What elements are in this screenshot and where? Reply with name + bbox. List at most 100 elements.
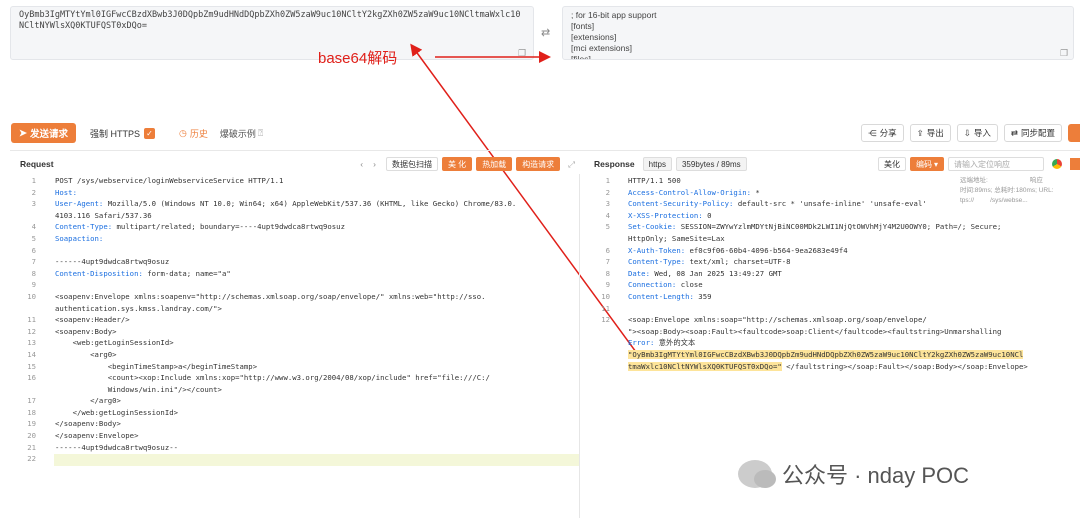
export-button[interactable]: ⇪ 导出 — [909, 124, 951, 142]
request-line-number: 1 — [31, 176, 36, 185]
response-code-line: X-XSS-Protection: 0 — [628, 210, 712, 220]
size-badge: 359bytes / 89ms — [675, 157, 747, 171]
response-line-number: 1 — [605, 176, 610, 185]
send-request-button[interactable]: ➤ 发送请求 — [11, 123, 76, 143]
request-code-line: <web:getLoginSessionId> — [55, 338, 174, 348]
response-search-input[interactable]: 请输入定位响应 — [948, 157, 1044, 171]
packet-scan-button[interactable]: 数据包扫描 — [385, 157, 438, 171]
request-code-line: <soapenv:Header/> — [55, 315, 130, 325]
chevron-left-icon[interactable]: ‹ — [360, 159, 363, 169]
history-button[interactable]: ◷ 历史 — [179, 127, 208, 140]
response-line-number — [596, 337, 610, 349]
request-line-number — [20, 384, 36, 396]
expand-icon[interactable]: ⤢ — [568, 159, 575, 170]
request-code-line: User-Agent: Mozilla/5.0 (Windows NT 10.0… — [55, 199, 517, 209]
request-line-number: 21 — [27, 442, 36, 452]
request-code-line: <beginTimeStamp>a</beginTimeStamp> — [55, 361, 258, 371]
hotload-button[interactable]: 热加载 — [476, 157, 513, 171]
response-code-line: HTTP/1.1 500 — [628, 176, 681, 185]
response-line-number: 4 — [605, 210, 610, 220]
export-icon: ⇪ — [916, 127, 924, 138]
response-code-line: "><soap:Body><soap:Fault><faultcode>soap… — [628, 326, 1002, 336]
encode-select[interactable]: 编码 ▾ — [909, 157, 944, 171]
request-line-number — [20, 210, 36, 222]
wechat-icon — [738, 460, 776, 488]
share-button[interactable]: ⋲ 分享 — [861, 124, 904, 142]
request-panel-header: Request ‹ › 数据包扫描 美 化 热加载 构造请求 ⤢ — [20, 157, 575, 171]
settings-button[interactable] — [1070, 158, 1080, 170]
request-line-number: 9 — [31, 280, 36, 290]
request-line-number: 5 — [31, 233, 36, 243]
response-code-line: Set-Cookie: SESSION=ZWYwYzlmMDYtNjBiNC00… — [628, 222, 1002, 232]
request-line-number: 10 — [27, 291, 36, 301]
response-line-number: 8 — [605, 268, 610, 278]
request-line-numbers: 123 4 5 6 7 8 9 10 11 12 13 14 15 16 17 18 19 20 21 22 — [20, 175, 36, 465]
checkbox-icon: ✓ — [144, 127, 155, 139]
request-line-number: 4 — [31, 222, 36, 232]
response-line-numbers: 12345 6 7 8 9 10 11 12 — [596, 175, 610, 372]
request-line-number: 16 — [27, 373, 36, 383]
response-code-line — [628, 303, 1080, 315]
request-code-line: Host: — [55, 187, 77, 197]
sync-icon: ⇄ — [1010, 127, 1018, 138]
request-code-line: <arg0> — [55, 349, 117, 359]
force-https-toggle[interactable]: 强制 HTTPS ✓ — [90, 127, 155, 140]
response-code-line: X-Auth-Token: ef0c9f06-60b4-4096-b564-9e… — [628, 245, 848, 255]
help-icon: ⍰ — [257, 127, 264, 138]
request-code[interactable]: POST /sys/webservice/loginWebserviceServ… — [55, 175, 577, 475]
response-line-number — [596, 326, 610, 338]
request-code-line: <soapenv:Body> — [55, 326, 117, 336]
request-line-number: 17 — [27, 396, 36, 406]
request-line-number: 15 — [27, 361, 36, 371]
sync-config-button[interactable]: ⇄ 同步配置 — [1003, 124, 1062, 142]
request-code-line: 4103.116 Safari/537.36 — [55, 210, 152, 220]
request-line-number: 19 — [27, 419, 36, 429]
more-button[interactable] — [1068, 124, 1080, 142]
main-toolbar: ➤ 发送请求 强制 HTTPS ✓ ◷ 历史 爆破示例 ⍰ ⋲ 分享 ⇪ 导出 ⇩ 导入 ⇄ 同… — [0, 118, 1080, 148]
request-code-line: ------4upt9dwdca8rtwq9osuz — [55, 257, 170, 267]
request-line-number: 2 — [31, 187, 36, 197]
request-code-line: </arg0> — [55, 396, 121, 406]
request-code-line: authentication.sys.kmss.landray.com/"> — [55, 303, 222, 313]
response-code-line: <soap:Envelope xmlns:soap="http://schema… — [628, 315, 927, 325]
response-beautify-button[interactable]: 美化 — [877, 157, 906, 171]
response-code-line: Access-Control-Allow-Origin: * — [628, 187, 760, 197]
request-line-number: 7 — [31, 257, 36, 267]
request-code-line — [55, 245, 577, 257]
response-code-line: Error: 意外的文本 — [628, 338, 696, 348]
import-button[interactable]: ⇩ 导入 — [956, 124, 998, 142]
construct-request-button[interactable]: 构造请求 — [516, 157, 561, 171]
response-code-line: "OyBmb3IgMTYtYml0IGFwcCBzdXBwb3J0DQpbZm9… — [628, 349, 1024, 359]
request-line-number: 12 — [27, 326, 36, 336]
request-line-number: 14 — [27, 349, 36, 359]
request-code-line: Windows/win.ini"/></count> — [55, 384, 222, 394]
share-icon: ⋲ — [868, 127, 877, 138]
request-code-line: <count><xop:Include xmlns:xop="http://ww… — [55, 373, 490, 383]
request-code-line: </soapenv:Body> — [55, 419, 121, 429]
beautify-button[interactable]: 美 化 — [441, 157, 473, 171]
request-code-line: POST /sys/webservice/loginWebserviceServ… — [55, 176, 284, 185]
request-line-number: 3 — [31, 199, 36, 209]
response-code-line: Content-Length: 359 — [628, 291, 712, 301]
response-line-number — [596, 349, 610, 361]
response-line-number: 7 — [605, 257, 610, 267]
response-line-number — [596, 233, 610, 245]
request-code-line — [55, 279, 577, 291]
response-line-number — [596, 361, 610, 373]
clock-icon: ◷ — [179, 127, 187, 138]
response-line-number: 12 — [601, 315, 610, 325]
example-link[interactable]: 爆破示例 ⍰ — [220, 127, 263, 140]
request-line-number: 13 — [27, 338, 36, 348]
request-line-number: 20 — [27, 431, 36, 441]
protocol-badge: https — [642, 157, 672, 171]
response-line-number: 11 — [601, 303, 610, 313]
request-line-number: 6 — [31, 245, 36, 255]
request-line-number: 22 — [27, 454, 36, 464]
response-code-line: HttpOnly; SameSite=Lax — [628, 233, 725, 243]
import-icon: ⇩ — [963, 127, 971, 138]
request-code-line: </web:getLoginSessionId> — [55, 407, 179, 417]
chevron-right-icon[interactable]: › — [373, 159, 376, 169]
response-code[interactable]: HTTP/1.1 500 Access-Control-Allow-Origin:… — [628, 175, 1080, 405]
chrome-icon[interactable] — [1052, 159, 1062, 169]
send-icon: ➤ — [19, 127, 27, 139]
